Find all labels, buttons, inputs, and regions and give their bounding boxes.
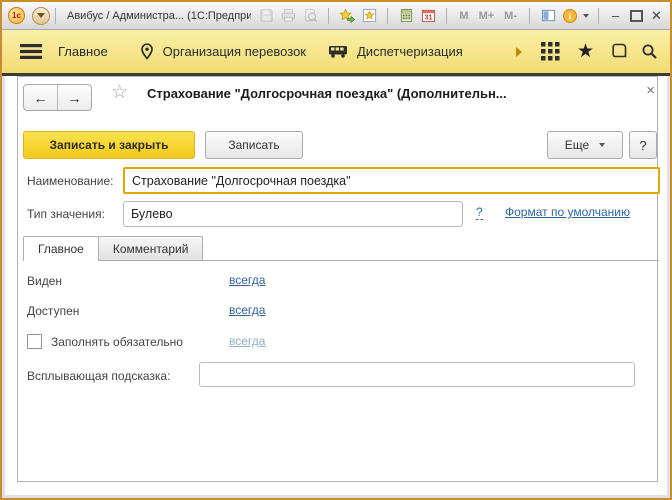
print-preview-icon[interactable] (301, 7, 319, 25)
divider (387, 8, 388, 24)
search-icon[interactable] (641, 43, 658, 60)
name-input[interactable] (123, 167, 660, 194)
add-favorite-icon[interactable] (338, 7, 356, 25)
form-title: Страхование "Долгосрочная поездка" (Допо… (147, 86, 507, 101)
memory-add-button[interactable]: M+ (476, 10, 498, 22)
memory-subtract-button[interactable]: M- (501, 10, 520, 22)
memory-recall-button[interactable]: M (456, 10, 471, 22)
maximize-button[interactable] (627, 7, 645, 25)
window-title: Авибус / Администра... (1С:Предприятие) (67, 10, 251, 22)
tooltip-input[interactable] (199, 362, 635, 387)
access-always-link[interactable]: всегда (229, 303, 265, 317)
divider (598, 8, 599, 24)
save-and-close-button[interactable]: Записать и закрыть (23, 131, 195, 159)
section-dispatch[interactable]: Диспетчеризация (357, 44, 463, 59)
titlebar: 1с Авибус / Администра... (1С:Предприяти… (2, 2, 670, 30)
minimize-button[interactable]: – (608, 9, 623, 22)
print-icon[interactable] (279, 7, 297, 25)
1c-logo-icon: 1с (8, 7, 25, 24)
app-window: 1с Авибус / Администра... (1С:Предприяти… (0, 0, 672, 500)
type-input[interactable] (123, 201, 463, 227)
bus-icon (328, 44, 348, 59)
save-icon[interactable] (257, 7, 275, 25)
section-transport[interactable]: Организация перевозок (163, 44, 306, 59)
divider (55, 8, 56, 24)
chevron-down-icon (37, 13, 45, 18)
visible-always-link[interactable]: всегда (229, 273, 265, 287)
section-main[interactable]: Главное (58, 44, 108, 59)
more-button-label: Еще (565, 138, 589, 152)
calculator-icon[interactable] (397, 7, 415, 25)
access-row-label: Доступен (27, 304, 79, 318)
nav-history-group: ← → (23, 84, 92, 111)
chevron-down-icon (599, 143, 605, 147)
tab-main[interactable]: Главное (23, 236, 99, 261)
info-dropdown-icon[interactable] (583, 14, 589, 18)
system-menu-button[interactable] (32, 7, 50, 25)
divider (446, 8, 447, 24)
name-field-label: Наименование: (27, 174, 114, 188)
type-field-label: Тип значения: (27, 207, 105, 221)
maximize-icon (630, 10, 643, 22)
info-icon[interactable]: i (561, 7, 579, 25)
tab-bar: Главное Комментарий (23, 236, 659, 261)
section-menu-bar: Главное Организация перевозок Диспетчери… (2, 30, 670, 76)
calendar-icon[interactable]: 31 (419, 7, 437, 25)
form-area: ← → ☆ Страхование "Долгосрочная поездка"… (2, 76, 670, 498)
svg-text:i: i (569, 11, 572, 21)
split-window-icon[interactable] (539, 7, 557, 25)
type-help-link[interactable]: ? (476, 205, 483, 220)
back-button[interactable]: ← (24, 85, 57, 110)
location-pin-icon (140, 43, 154, 60)
help-button[interactable]: ? (629, 131, 657, 159)
tooltip-row-label: Всплывающая подсказка: (27, 369, 170, 383)
divider (529, 8, 530, 24)
default-format-link[interactable]: Формат по умолчанию (505, 205, 630, 219)
divider (328, 8, 329, 24)
close-form-icon[interactable]: × (646, 83, 655, 98)
history-icon[interactable] (610, 43, 627, 60)
visible-row-label: Виден (27, 274, 62, 288)
hamburger-menu-icon[interactable] (20, 43, 42, 60)
titlebar-toolbar: 31 M M+ M- i – ✕ (257, 7, 664, 25)
favorite-toggle-icon[interactable]: ☆ (111, 83, 128, 102)
all-functions-grid-icon[interactable] (541, 42, 560, 61)
save-button[interactable]: Записать (205, 131, 303, 159)
favorites-icon[interactable] (360, 7, 378, 25)
sections-scroll-right-icon[interactable] (515, 46, 523, 58)
close-window-button[interactable]: ✕ (649, 9, 664, 22)
svg-text:31: 31 (425, 15, 433, 22)
forward-button[interactable]: → (57, 85, 91, 110)
required-checkbox[interactable] (27, 334, 42, 349)
required-always-link[interactable]: всегда (229, 334, 265, 348)
required-row-label: Заполнять обязательно (51, 335, 183, 349)
tab-comment[interactable]: Комментарий (98, 236, 204, 260)
more-button[interactable]: Еще (547, 131, 623, 159)
favorites-star-icon[interactable]: ★ (577, 42, 594, 61)
